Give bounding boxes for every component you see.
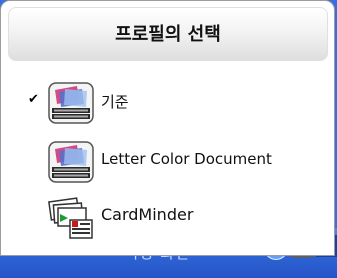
check-mark-icon: ✔: [28, 92, 39, 107]
menu-item-label: Letter Color Document: [101, 150, 272, 168]
menu-item-label: CardMinder: [101, 205, 194, 224]
profile-select-menu: 프로필의 선택 ✔ 기준 Letter Color Document CardM…: [0, 0, 335, 256]
scansnap-organizer-icon: [48, 141, 94, 183]
menu-item-standard[interactable]: ✔ 기준: [1, 77, 334, 129]
menu-item-letter-color-document[interactable]: Letter Color Document: [1, 136, 334, 188]
menu-title: 프로필의 선택: [8, 7, 328, 61]
scansnap-organizer-icon: [48, 82, 94, 124]
menu-item-label: 기준: [101, 93, 129, 111]
menu-item-cardminder[interactable]: CardMinder: [1, 191, 334, 243]
cardminder-icon: [48, 197, 93, 239]
